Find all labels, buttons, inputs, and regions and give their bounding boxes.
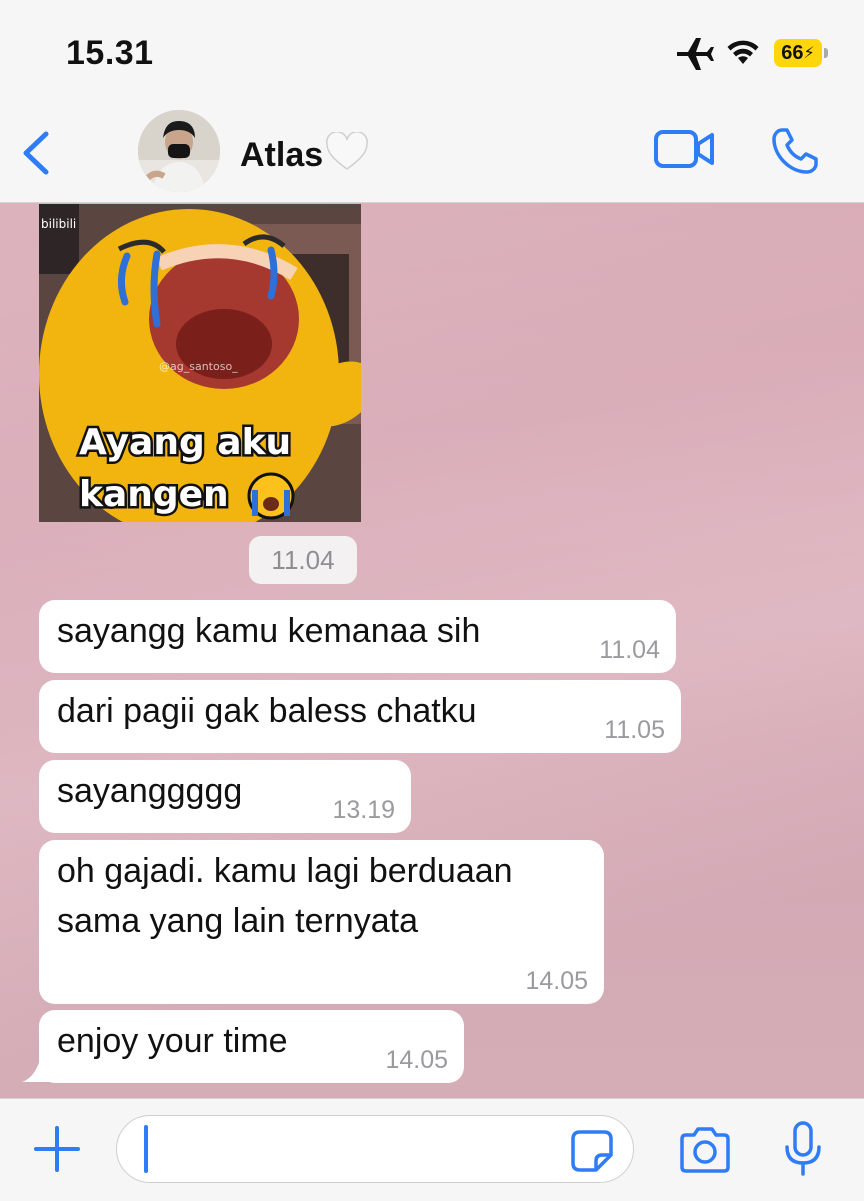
message-time: 11.05 [604, 716, 665, 744]
chat-header: Atlas [0, 100, 864, 203]
message-bubble[interactable]: oh gajadi. kamu lagi berduaan sama yang … [39, 840, 604, 1004]
airplane-mode-icon [677, 38, 714, 70]
contact-name[interactable]: Atlas [240, 132, 369, 175]
message-text: sayangg kamu kemanaa sih [57, 612, 481, 650]
message-text: oh gajadi. kamu lagi berduaan sama yang … [57, 852, 513, 940]
plus-icon[interactable] [33, 1125, 81, 1173]
message-time: 14.05 [525, 967, 588, 995]
message-bubble[interactable]: sayangg kamu kemanaa sih 11.04 [39, 600, 676, 673]
microphone-icon[interactable] [784, 1121, 822, 1177]
message-time: 14.05 [385, 1046, 448, 1074]
date-chip: 11.04 [249, 536, 357, 584]
back-chevron-icon[interactable] [16, 130, 56, 176]
chat-area[interactable]: bilibili @ag_santoso_ Ayang aku kangen 1… [0, 203, 864, 1098]
video-call-icon[interactable] [654, 128, 716, 170]
sticker-caption-line2: kangen [79, 474, 229, 515]
sticker-logo: bilibili [41, 217, 76, 231]
contact-name-text: Atlas [240, 136, 324, 174]
message-text: dari pagii gak baless chatku [57, 692, 477, 730]
voice-call-icon[interactable] [770, 126, 820, 176]
message-input[interactable] [116, 1115, 634, 1183]
status-time: 15.31 [66, 34, 154, 72]
contact-avatar[interactable] [138, 110, 220, 192]
text-caret [144, 1125, 148, 1173]
message-bubble[interactable]: sayanggggg 13.19 [39, 760, 411, 833]
message-time: 13.19 [332, 796, 395, 824]
sticker-watermark: @ag_santoso_ [159, 360, 238, 373]
battery-level: 66 [781, 41, 804, 64]
input-bar [0, 1098, 864, 1201]
message-bubble[interactable]: dari pagii gak baless chatku 11.05 [39, 680, 681, 753]
sticker-caption-line1: Ayang aku [79, 422, 291, 463]
status-bar: 15.31 66 ⚡ [0, 0, 864, 100]
sticker-image[interactable]: bilibili @ag_santoso_ Ayang aku kangen [39, 204, 361, 522]
message-bubble[interactable]: enjoy your time 14.05 [39, 1010, 464, 1083]
white-heart-icon [326, 132, 369, 170]
message-time: 11.04 [599, 636, 660, 664]
battery-charging-icon: 66 ⚡ [774, 39, 828, 67]
wifi-icon [727, 40, 759, 64]
crying-face-icon [247, 472, 295, 520]
sticker-icon[interactable] [570, 1129, 614, 1173]
camera-icon[interactable] [678, 1127, 732, 1173]
